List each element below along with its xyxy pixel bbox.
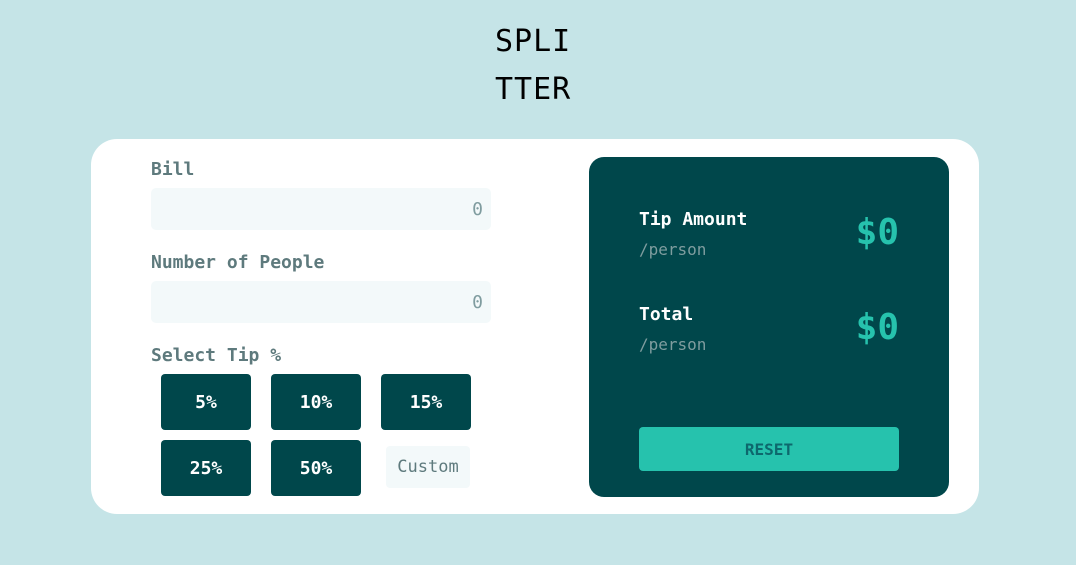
tip-5-button[interactable]: 5% [161, 374, 251, 430]
people-field-wrapper [151, 281, 491, 323]
people-input[interactable] [151, 281, 491, 323]
custom-tip-input[interactable] [386, 446, 470, 488]
tip-amount-label: Tip Amount [639, 209, 748, 230]
app-logo: SPLI TTER [495, 18, 585, 114]
logo-line-2: TTER [495, 72, 572, 107]
total-per-person: /person [639, 335, 707, 354]
results-panel: Tip Amount /person $0 Total /person $0 R… [589, 157, 949, 497]
tip-10-button[interactable]: 10% [271, 374, 361, 430]
bill-label: Bill [151, 159, 195, 180]
total-value: $0 [855, 307, 899, 348]
tip-50-button[interactable]: 50% [271, 440, 361, 496]
bill-input[interactable] [151, 188, 491, 230]
reset-button[interactable]: RESET [639, 427, 899, 471]
tip-amount-value: $0 [855, 212, 899, 253]
tip-amount-per-person: /person [639, 240, 707, 259]
select-tip-label: Select Tip % [151, 345, 282, 366]
tip-15-button[interactable]: 15% [381, 374, 471, 430]
bill-field-wrapper [151, 188, 491, 230]
calculator-card: Bill Number of People Select Tip % 5% 10… [91, 139, 979, 514]
tip-25-button[interactable]: 25% [161, 440, 251, 496]
people-label: Number of People [151, 252, 325, 273]
logo-line-1: SPLI [495, 24, 572, 59]
total-label: Total [639, 304, 694, 325]
